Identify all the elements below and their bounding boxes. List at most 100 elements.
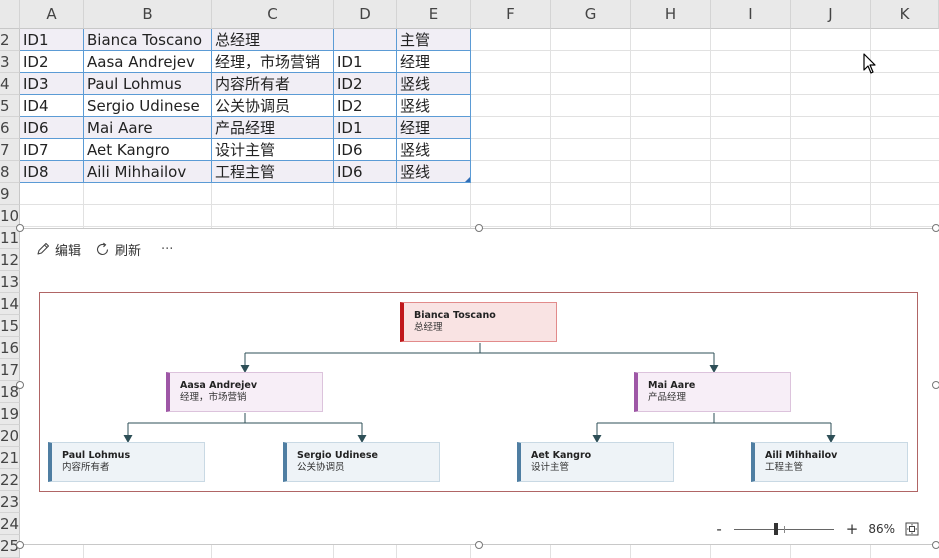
zoom-in-button[interactable]: +	[846, 520, 859, 538]
zoom-level: 86%	[868, 522, 895, 536]
cell-e2[interactable]: 主管	[397, 29, 471, 51]
row-header-22[interactable]: 22	[0, 469, 20, 491]
node-name: Bianca Toscano	[414, 310, 496, 321]
more-options-button[interactable]: ···	[161, 242, 173, 257]
zoom-slider-thumb[interactable]	[773, 523, 778, 535]
org-chart-object[interactable]: 编辑 刷新 ··· Bianca Toscano 总经理 Aasa Andrej…	[20, 228, 939, 545]
resize-handle-top[interactable]	[475, 224, 483, 232]
cell-b3[interactable]: Aasa Andrejev	[84, 51, 212, 73]
cell-d5[interactable]: ID2	[334, 95, 397, 117]
select-all-corner[interactable]	[0, 0, 20, 29]
org-node-manager[interactable]: Mai Aare 产品经理	[634, 372, 791, 412]
row-header-19[interactable]: 19	[0, 403, 20, 425]
gridline	[790, 545, 791, 558]
cell-e6[interactable]: 经理	[397, 117, 471, 139]
resize-handle-bottom-left[interactable]	[16, 541, 24, 549]
edit-button[interactable]: 编辑	[36, 240, 81, 259]
row-header-6[interactable]: 6	[0, 117, 20, 139]
node-title: 工程主管	[765, 462, 804, 473]
cell-e5[interactable]: 竖线	[397, 95, 471, 117]
cell-b2[interactable]: Bianca Toscano	[84, 29, 212, 51]
cell-a7[interactable]: ID7	[20, 139, 84, 161]
row-header-15[interactable]: 15	[0, 315, 20, 337]
cell-e3[interactable]: 经理	[397, 51, 471, 73]
org-node-report[interactable]: Aili Mihhailov 工程主管	[751, 442, 908, 482]
cell-a6[interactable]: ID6	[20, 117, 84, 139]
column-header-j[interactable]: J	[791, 0, 871, 29]
cell-a2[interactable]: ID1	[20, 29, 84, 51]
row-header-3[interactable]: 3	[0, 51, 20, 73]
zoom-slider[interactable]	[733, 523, 834, 535]
org-node-report[interactable]: Aet Kangro 设计主管	[517, 442, 674, 482]
column-header-h[interactable]: H	[631, 0, 711, 29]
cell-b4[interactable]: Paul Lohmus	[84, 73, 212, 95]
cell-a4[interactable]: ID3	[20, 73, 84, 95]
cell-c8[interactable]: 工程主管	[212, 161, 334, 183]
row-header-23[interactable]: 23	[0, 491, 20, 513]
cell-c3[interactable]: 经理，市场营销	[212, 51, 334, 73]
column-header-f[interactable]: F	[471, 0, 551, 29]
column-header-b[interactable]: B	[84, 0, 212, 29]
row-header-5[interactable]: 5	[0, 95, 20, 117]
column-header-k[interactable]: K	[871, 0, 939, 29]
resize-handle-left[interactable]	[16, 381, 24, 389]
cell-e8[interactable]: 竖线	[397, 161, 471, 183]
cell-d8[interactable]: ID6	[334, 161, 397, 183]
gridline	[470, 545, 471, 558]
org-node-manager[interactable]: Aasa Andrejev 经理，市场营销	[166, 372, 323, 412]
resize-handle-bottom-right[interactable]	[932, 541, 939, 549]
cell-d7[interactable]: ID6	[334, 139, 397, 161]
cell-a8[interactable]: ID8	[20, 161, 84, 183]
cell-b5[interactable]: Sergio Udinese	[84, 95, 212, 117]
org-node-report[interactable]: Paul Lohmus 内容所有者	[48, 442, 205, 482]
column-header-d[interactable]: D	[334, 0, 397, 29]
resize-handle-top-left[interactable]	[16, 224, 24, 232]
column-header-c[interactable]: C	[212, 0, 334, 29]
cell-d3[interactable]: ID1	[334, 51, 397, 73]
fit-to-window-icon[interactable]	[905, 522, 919, 536]
refresh-button[interactable]: 刷新	[95, 240, 141, 259]
gridline	[211, 545, 212, 558]
row-header-17[interactable]: 17	[0, 359, 20, 381]
resize-handle-bottom[interactable]	[475, 541, 483, 549]
cell-e7[interactable]: 竖线	[397, 139, 471, 161]
cell-d4[interactable]: ID2	[334, 73, 397, 95]
cell-d2[interactable]	[334, 29, 397, 51]
cell-c5[interactable]: 公关协调员	[212, 95, 334, 117]
resize-handle-top-right[interactable]	[932, 224, 939, 232]
row-header-8[interactable]: 8	[0, 161, 20, 183]
row-header-20[interactable]: 20	[0, 425, 20, 447]
column-header-i[interactable]: I	[711, 0, 791, 29]
cell-a3[interactable]: ID2	[20, 51, 84, 73]
cell-c4[interactable]: 内容所有者	[212, 73, 334, 95]
row-header-24[interactable]: 24	[0, 513, 20, 535]
row-header-9[interactable]: 9	[0, 183, 20, 205]
org-node-report[interactable]: Sergio Udinese 公关协调员	[283, 442, 440, 482]
column-header-a[interactable]: A	[20, 0, 84, 29]
cell-b7[interactable]: Aet Kangro	[84, 139, 212, 161]
cell-c2[interactable]: 总经理	[212, 29, 334, 51]
column-header-g[interactable]: G	[551, 0, 631, 29]
row-header-12[interactable]: 12	[0, 249, 20, 271]
zoom-out-button[interactable]: -	[716, 520, 721, 538]
org-node-root[interactable]: Bianca Toscano 总经理	[400, 302, 557, 342]
resize-handle-right[interactable]	[932, 381, 939, 389]
cell-e4[interactable]: 竖线	[397, 73, 471, 95]
row-header-2[interactable]: 2	[0, 29, 20, 51]
row-header-4[interactable]: 4	[0, 73, 20, 95]
cell-c6[interactable]: 产品经理	[212, 117, 334, 139]
cell-b6[interactable]: Mai Aare	[84, 117, 212, 139]
table-resize-handle[interactable]	[465, 177, 470, 182]
cell-a5[interactable]: ID4	[20, 95, 84, 117]
gridline	[630, 29, 631, 229]
row-header-13[interactable]: 13	[0, 271, 20, 293]
row-header-14[interactable]: 14	[0, 293, 20, 315]
cell-c7[interactable]: 设计主管	[212, 139, 334, 161]
cell-b8[interactable]: Aili Mihhailov	[84, 161, 212, 183]
cell-d6[interactable]: ID1	[334, 117, 397, 139]
row-header-21[interactable]: 21	[0, 447, 20, 469]
row-header-16[interactable]: 16	[0, 337, 20, 359]
column-header-e[interactable]: E	[397, 0, 471, 29]
gridline	[710, 29, 711, 229]
row-header-7[interactable]: 7	[0, 139, 20, 161]
